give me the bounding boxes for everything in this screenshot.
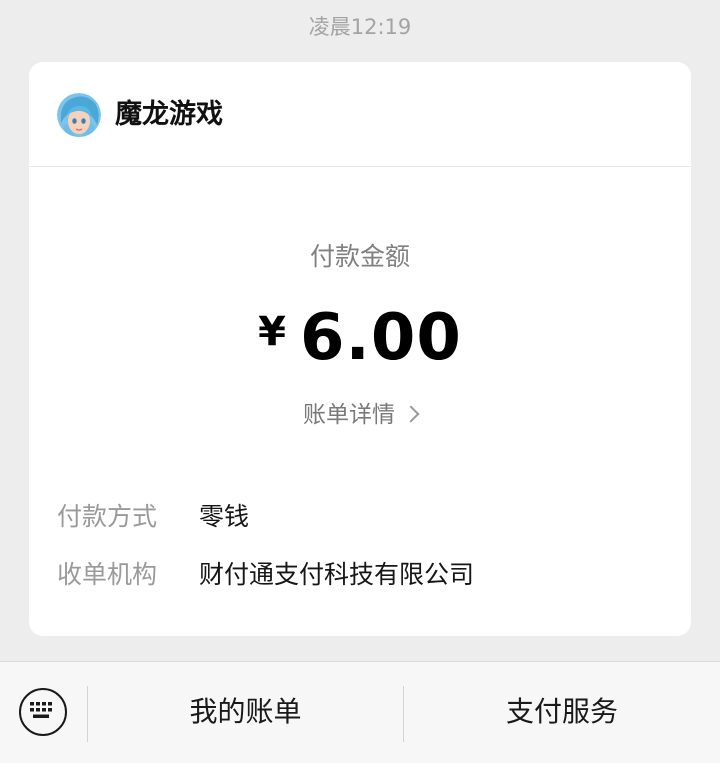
payment-amount: ¥6.00 xyxy=(29,292,691,394)
acquirer-value: 财付通支付科技有限公司 xyxy=(199,560,475,589)
my-bills-button[interactable]: 我的账单 xyxy=(88,692,403,732)
payment-card[interactable]: 魔龙游戏 付款金额 ¥6.00 账单详情 付款方式 零钱 收单机构 财付通支付科技有… xyxy=(29,62,691,636)
acquirer-row: 收单机构 财付通支付科技有限公司 xyxy=(57,557,474,593)
chevron-right-icon xyxy=(402,405,420,423)
amount-value: 6.00 xyxy=(299,301,462,375)
payment-method-key: 付款方式 xyxy=(57,502,158,531)
bill-detail-link[interactable]: 账单详情 xyxy=(29,398,691,432)
bottom-menu-bar: 我的账单 支付服务 xyxy=(0,661,720,763)
payment-method-value: 零钱 xyxy=(199,502,250,531)
amount-label: 付款金额 xyxy=(309,242,410,271)
game-character-avatar-icon xyxy=(57,93,101,137)
message-timestamp: 凌晨12:19 xyxy=(308,15,412,39)
payment-method-row: 付款方式 零钱 xyxy=(57,499,249,535)
bill-detail-label: 账单详情 xyxy=(303,402,395,428)
currency-symbol: ¥ xyxy=(258,309,286,355)
card-header[interactable]: 魔龙游戏 xyxy=(29,62,691,167)
payment-services-button[interactable]: 支付服务 xyxy=(404,692,720,732)
keyboard-icon[interactable] xyxy=(19,688,67,736)
acquirer-key: 收单机构 xyxy=(57,560,158,589)
merchant-name: 魔龙游戏 xyxy=(115,99,223,130)
